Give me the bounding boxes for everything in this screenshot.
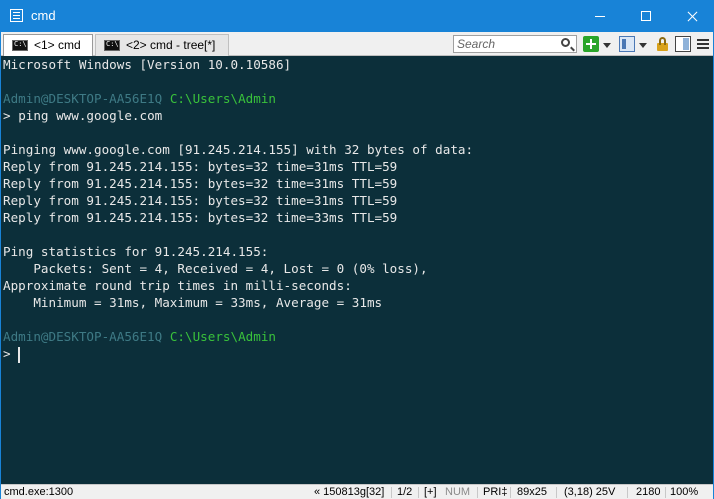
maximize-button[interactable] bbox=[623, 1, 669, 32]
tab-label: <1> cmd bbox=[34, 38, 81, 52]
view-icon[interactable] bbox=[619, 36, 635, 52]
prompt-user: Admin@DESKTOP-AA56E1Q bbox=[3, 91, 163, 106]
status-separator bbox=[510, 487, 511, 498]
status-separator bbox=[665, 487, 666, 498]
lock-icon[interactable] bbox=[655, 36, 671, 52]
split-icon[interactable] bbox=[675, 36, 691, 52]
version-line: Microsoft Windows [Version 10.0.10586] bbox=[3, 57, 292, 72]
title-bar[interactable]: cmd bbox=[1, 1, 713, 32]
status-build[interactable]: « 150813g[32] bbox=[314, 485, 384, 499]
status-plus[interactable]: [+] bbox=[424, 485, 437, 499]
new-console-add-icon[interactable] bbox=[583, 36, 599, 52]
input-line[interactable]: > bbox=[3, 345, 11, 362]
window-title: cmd bbox=[31, 8, 56, 23]
console-window: cmd <1> cmd <2> cmd - tree[*] Microsoft … bbox=[0, 0, 714, 499]
conemu-app-icon[interactable] bbox=[10, 9, 23, 22]
tab-bar: <1> cmd <2> cmd - tree[*] bbox=[1, 32, 713, 56]
console-icon bbox=[12, 40, 28, 51]
command-line: > ping www.google.com bbox=[3, 107, 162, 124]
prompt-path: C:\Users\Admin bbox=[169, 91, 276, 106]
console-area[interactable]: Microsoft Windows [Version 10.0.10586] A… bbox=[1, 56, 713, 484]
output-line: Approximate round trip times in milli-se… bbox=[3, 278, 352, 293]
status-cursor[interactable]: (3,18) 25V bbox=[564, 485, 615, 499]
view-dropdown-icon[interactable] bbox=[639, 43, 647, 48]
output-line: Reply from 91.245.214.155: bytes=32 time… bbox=[3, 159, 398, 174]
status-separator bbox=[391, 487, 392, 498]
status-separator bbox=[556, 487, 557, 498]
output-line: Ping statistics for 91.245.214.155: bbox=[3, 244, 269, 259]
search-input[interactable] bbox=[457, 37, 557, 51]
search-icon[interactable] bbox=[561, 38, 570, 47]
output-line: Pinging www.google.com [91.245.214.155] … bbox=[3, 142, 474, 157]
tab-cmd-1[interactable]: <1> cmd bbox=[3, 34, 93, 56]
output-line: Reply from 91.245.214.155: bytes=32 time… bbox=[3, 193, 398, 208]
prompt-line: Admin@DESKTOP-AA56E1Q C:\Users\Admin bbox=[3, 90, 276, 107]
new-console-dropdown-icon[interactable] bbox=[603, 43, 611, 48]
text-cursor bbox=[18, 347, 20, 363]
console-icon bbox=[104, 40, 120, 51]
menu-icon[interactable] bbox=[695, 36, 711, 52]
status-bar: cmd.exe:1300 « 150813g[32] 1/2 [+] NUM P… bbox=[1, 484, 713, 499]
status-num[interactable]: NUM bbox=[445, 485, 470, 499]
status-pid[interactable]: 2180 bbox=[636, 485, 660, 499]
command-text: ping www.google.com bbox=[18, 108, 163, 123]
output-line: Packets: Sent = 4, Received = 4, Lost = … bbox=[3, 261, 428, 276]
status-process[interactable]: cmd.exe:1300 bbox=[4, 485, 73, 499]
status-separator bbox=[477, 487, 478, 498]
prompt-line: Admin@DESKTOP-AA56E1Q C:\Users\Admin bbox=[3, 328, 276, 345]
output-line: Reply from 91.245.214.155: bytes=32 time… bbox=[3, 176, 398, 191]
minimize-button[interactable] bbox=[577, 1, 623, 32]
prompt-symbol: > bbox=[3, 346, 11, 361]
tab-label: <2> cmd - tree[*] bbox=[126, 38, 216, 52]
output-line: Reply from 91.245.214.155: bytes=32 time… bbox=[3, 210, 398, 225]
search-box[interactable] bbox=[453, 35, 577, 53]
output-line: Minimum = 31ms, Maximum = 33ms, Average … bbox=[3, 295, 383, 310]
status-console-index[interactable]: 1/2 bbox=[397, 485, 412, 499]
status-zoom[interactable]: 100% bbox=[670, 485, 698, 499]
tab-cmd-tree-2[interactable]: <2> cmd - tree[*] bbox=[95, 34, 229, 56]
prompt-user: Admin@DESKTOP-AA56E1Q bbox=[3, 329, 163, 344]
status-size[interactable]: 89x25 bbox=[517, 485, 547, 499]
close-button[interactable] bbox=[669, 1, 714, 32]
prompt-path: C:\Users\Admin bbox=[169, 329, 276, 344]
status-separator bbox=[418, 487, 419, 498]
status-separator bbox=[627, 487, 628, 498]
status-priority[interactable]: PRI‡ bbox=[483, 485, 507, 499]
prompt-symbol: > bbox=[3, 108, 11, 123]
